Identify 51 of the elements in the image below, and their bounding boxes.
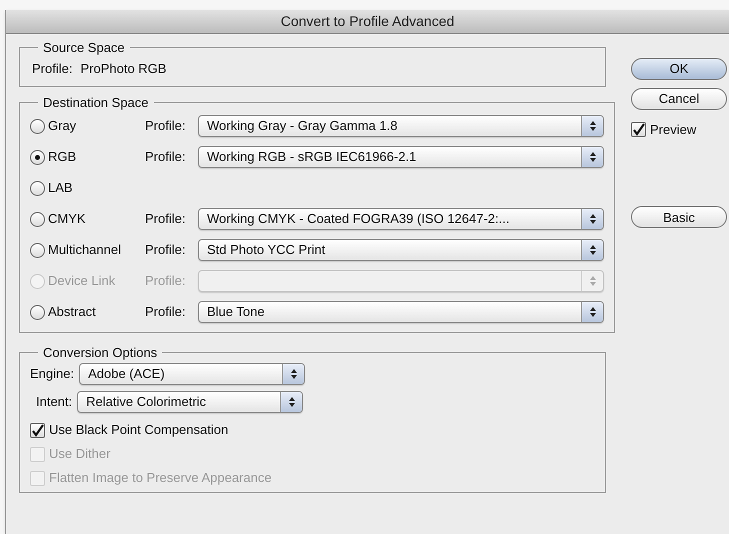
source-profile-value: ProPhoto RGB <box>80 60 166 78</box>
checkbox-label: Preview <box>650 121 696 139</box>
stepper-icon <box>588 275 596 287</box>
radio-label: Abstract <box>48 303 96 322</box>
dialog-button[interactable]: Basic <box>631 206 727 228</box>
radio-button[interactable] <box>30 180 45 196</box>
stepper-icon <box>290 368 298 380</box>
engine-label: Engine: <box>30 364 74 383</box>
checkbox-label: Use Black Point Compensation <box>49 421 228 440</box>
radio-button[interactable] <box>30 242 45 258</box>
profile-label: Profile: <box>145 303 186 322</box>
radio-button[interactable] <box>30 150 45 164</box>
radio-label: Gray <box>48 117 76 136</box>
group-title: Source Space <box>42 39 126 57</box>
checkbox-label: Flatten Image to Preserve Appearance <box>49 469 272 488</box>
group-title: Conversion Options <box>42 344 158 362</box>
radio-label: Device Link <box>48 272 116 290</box>
profile-label: Profile: <box>145 210 186 228</box>
profile-label: Profile: <box>145 272 186 290</box>
dialog-button[interactable]: Cancel <box>631 88 727 110</box>
checkbox-label: Use Dither <box>49 445 110 464</box>
profile-label: Profile: <box>32 60 72 78</box>
stepper-icon <box>288 396 296 408</box>
stepper-icon <box>588 151 596 163</box>
checkbox[interactable] <box>30 422 45 438</box>
radio-button[interactable] <box>30 118 45 134</box>
stepper-icon <box>588 244 596 256</box>
profile-dropdown[interactable]: Relative Colorimetric <box>77 390 304 412</box>
intent-label: Intent: <box>36 392 72 411</box>
profile-label: Profile: <box>145 117 186 136</box>
profile-dropdown[interactable]: Adobe (ACE) <box>79 362 306 384</box>
stepper-icon <box>588 306 596 318</box>
stepper-icon <box>588 213 596 225</box>
group-title: Destination Space <box>42 94 150 112</box>
profile-dropdown[interactable]: Blue Tone <box>198 301 604 323</box>
radio-label: CMYK <box>48 210 86 228</box>
radio-label: RGB <box>48 148 76 166</box>
profile-dropdown[interactable]: Std Photo YCC Print <box>198 239 604 261</box>
radio-button[interactable] <box>30 304 45 320</box>
profile-dropdown[interactable]: Working CMYK - Coated FOGRA39 (ISO 12647-2:... <box>198 208 604 230</box>
profile-label: Profile: <box>145 241 186 260</box>
profile-label: Profile: <box>145 148 186 166</box>
profile-dropdown[interactable]: Working RGB - sRGB IEC61966-2.1 <box>198 146 604 168</box>
stepper-icon <box>588 120 596 132</box>
checkbox[interactable] <box>631 122 646 138</box>
dialog-button[interactable]: OK <box>631 58 727 80</box>
profile-dropdown[interactable]: Working Gray - Gray Gamma 1.8 <box>198 115 604 137</box>
window-title: Convert to Profile Advanced <box>280 12 454 31</box>
radio-label: LAB <box>48 179 73 198</box>
radio-label: Multichannel <box>48 241 121 260</box>
radio-button[interactable] <box>30 212 45 226</box>
